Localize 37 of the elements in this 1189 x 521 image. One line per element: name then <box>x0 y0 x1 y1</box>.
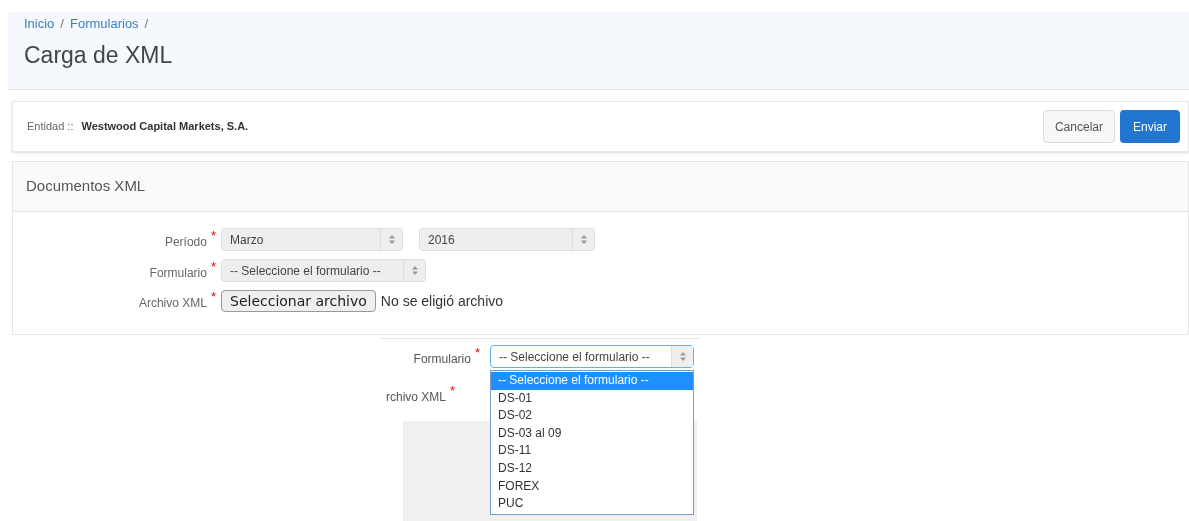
field-label: Formulario <box>149 264 207 282</box>
breadcrumb-link[interactable]: Formularios <box>70 14 139 34</box>
dropdown-option[interactable]: DS-11 <box>491 442 693 460</box>
required-asterisk: * <box>210 290 216 303</box>
dropdown-option[interactable]: DS-03 al 09 <box>491 424 693 443</box>
page-title: Carga de XML <box>24 40 174 70</box>
dropdown-option[interactable]: DS-02 <box>491 407 693 425</box>
choose-file-button[interactable]: Seleccionar archivo <box>221 290 376 312</box>
dropdown-option[interactable]: PUC <box>491 495 693 513</box>
dropdown-select[interactable]: -- Seleccione el formulario -- <box>221 259 426 282</box>
sort-arrows-icon <box>388 235 395 244</box>
file-status-text: No se eligió archivo <box>380 291 504 311</box>
dropdown-select[interactable]: Marzo <box>221 228 403 251</box>
sort-arrows-icon <box>679 352 686 361</box>
required-asterisk: * <box>474 345 480 359</box>
field-label: rchivo XML <box>386 389 447 406</box>
dropdown-select[interactable]: -- Seleccione el formulario -- <box>490 345 694 368</box>
breadcrumb-link[interactable]: Inicio <box>24 14 55 34</box>
dropdown-option[interactable]: DS-12 <box>491 459 693 478</box>
breadcrumb-separator: / <box>60 15 64 33</box>
breadcrumb-separator: / <box>144 15 149 33</box>
required-asterisk: * <box>450 384 456 397</box>
dropdown-select[interactable]: 2016 <box>419 228 595 251</box>
panel-title: Documentos XML <box>26 176 146 197</box>
cancel-button[interactable]: Cancelar <box>1042 110 1115 143</box>
submit-button[interactable]: Enviar <box>1120 110 1180 143</box>
dropdown-option[interactable]: DS-01 <box>491 389 693 408</box>
entity-label: Entidad :: <box>27 119 74 135</box>
required-asterisk: * <box>210 259 216 273</box>
sort-arrows-icon <box>411 266 418 275</box>
field-label: Archivo XML <box>138 295 207 312</box>
field-label: Formulario <box>413 350 471 368</box>
entity-name: Westwood Capital Markets, S.A. <box>81 119 249 135</box>
field-label: Período <box>164 233 207 251</box>
required-asterisk: * <box>210 228 216 242</box>
dropdown-option[interactable]: FOREX <box>491 477 693 496</box>
sort-arrows-icon <box>580 235 587 244</box>
